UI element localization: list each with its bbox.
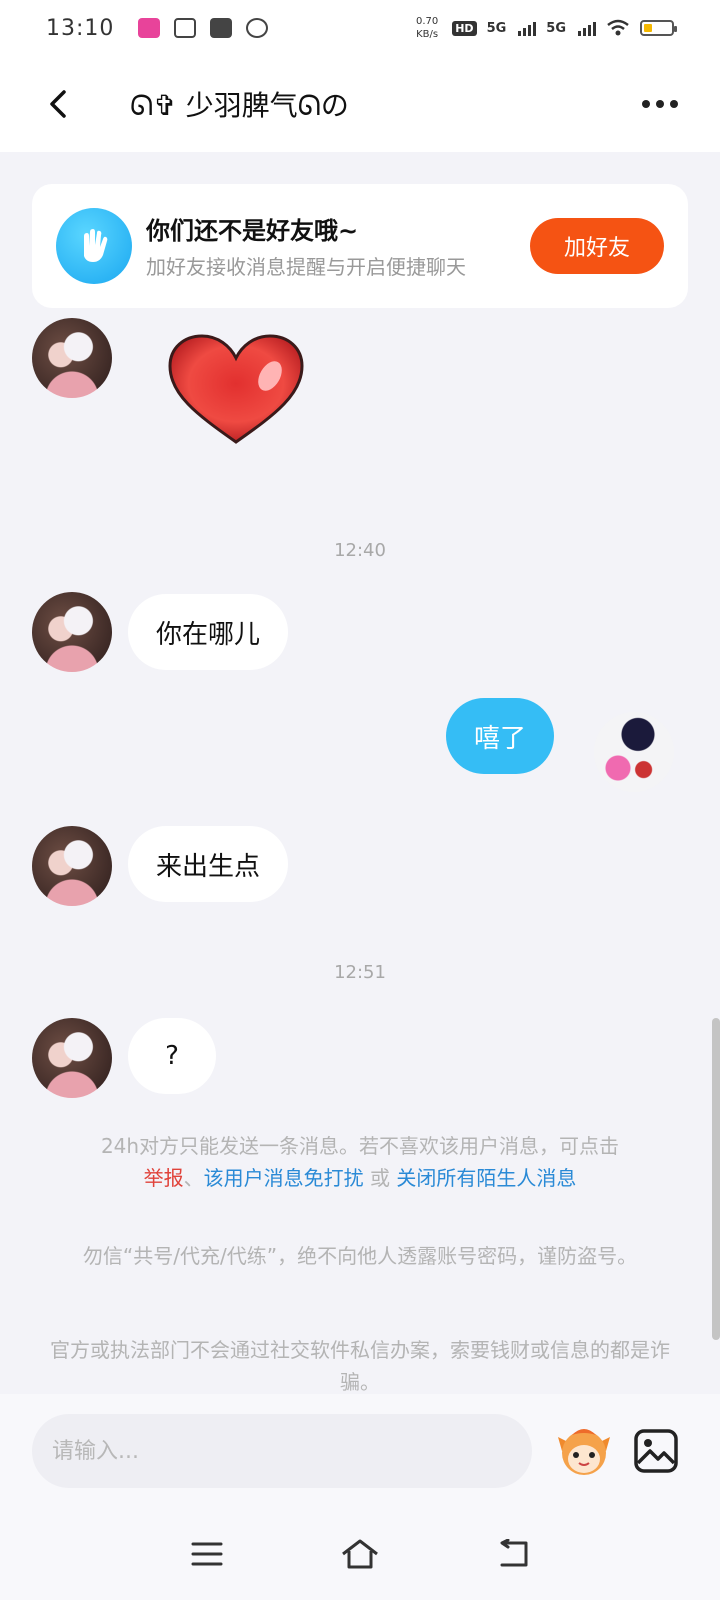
chat-title: ᘏ✞ 少羽脾气ᘏの: [130, 89, 349, 122]
timestamp-2: 12:51: [334, 962, 386, 983]
status-time: 13:10: [46, 15, 115, 41]
security-warning: 勿信“共号/代充/代练”，绝不向他人透露账号密码，谨防盗号。: [82, 1244, 638, 1268]
contact-avatar[interactable]: [32, 1018, 112, 1098]
scrollbar[interactable]: [712, 1018, 720, 1340]
signal-icon: [518, 20, 537, 36]
message-input[interactable]: [32, 1414, 532, 1488]
add-friend-button[interactable]: 加好友: [530, 218, 664, 274]
contact-avatar[interactable]: [32, 826, 112, 906]
message-bubble-incoming[interactable]: 来出生点: [128, 826, 289, 902]
banner-subtitle: 加好友接收消息提醒与开启便捷聊天: [146, 254, 466, 279]
hd-badge: HD: [452, 20, 477, 36]
contact-avatar[interactable]: [32, 592, 112, 672]
system-nav-bar: [0, 1508, 720, 1600]
wave-hand-icon: [56, 208, 132, 284]
home-icon[interactable]: [340, 1534, 380, 1574]
network-5g-2: 5G: [546, 20, 566, 36]
close-stranger-messages-link[interactable]: 关闭所有陌生人消息: [396, 1166, 576, 1190]
my-avatar[interactable]: [594, 712, 674, 792]
chat-header: ᘏ✞ 少羽脾气ᘏの: [0, 56, 720, 152]
back-arrow-icon[interactable]: [44, 89, 74, 119]
more-options-icon[interactable]: [642, 100, 678, 108]
leaf-notification-icon: [246, 18, 269, 38]
banner-title: 你们还不是好友哦~: [146, 216, 359, 245]
network-speed: 0.70 KB/s: [415, 16, 439, 40]
menu-icon[interactable]: [187, 1534, 227, 1574]
emoji-icon[interactable]: [554, 1421, 614, 1481]
wifi-icon: [607, 19, 629, 36]
report-link[interactable]: 举报: [144, 1166, 184, 1190]
timestamp-1: 12:40: [334, 540, 386, 561]
input-bar: [0, 1394, 720, 1508]
status-bar: 13:10 0.70 KB/s HD 5G 5G: [0, 0, 720, 56]
mail-notification-icon: [210, 18, 233, 38]
network-5g-1: 5G: [486, 20, 507, 36]
back-nav-icon[interactable]: [493, 1534, 533, 1574]
status-indicators: 0.70 KB/s HD 5G 5G: [415, 15, 677, 41]
message-bubble-incoming[interactable]: ?: [128, 1018, 216, 1094]
image-icon[interactable]: [632, 1427, 680, 1475]
add-friend-banner: 你们还不是好友哦~ 加好友接收消息提醒与开启便捷聊天 加好友: [32, 184, 688, 308]
stranger-message-notice: 24h对方只能发送一条消息。若不喜欢该用户消息，可点击 举报、该用户消息免打扰 …: [100, 1134, 620, 1190]
contact-avatar[interactable]: [32, 318, 112, 398]
banner-text: 你们还不是好友哦~ 加好友接收消息提醒与开启便捷聊天: [146, 211, 506, 282]
signal-icon-2: [578, 20, 596, 36]
mute-user-link[interactable]: 该用户消息免打扰: [204, 1166, 364, 1190]
tv-notification-icon: [174, 18, 197, 38]
heart-sticker[interactable]: [166, 334, 306, 446]
fraud-warning: 官方或执法部门不会通过社交软件私信办案，索要钱财或信息的都是诈骗。: [50, 1338, 670, 1394]
message-bubble-incoming[interactable]: 你在哪儿: [128, 594, 289, 670]
app-notification-icon: [138, 18, 161, 38]
battery-icon: [640, 20, 677, 36]
message-bubble-outgoing[interactable]: 嘻了: [446, 698, 555, 774]
